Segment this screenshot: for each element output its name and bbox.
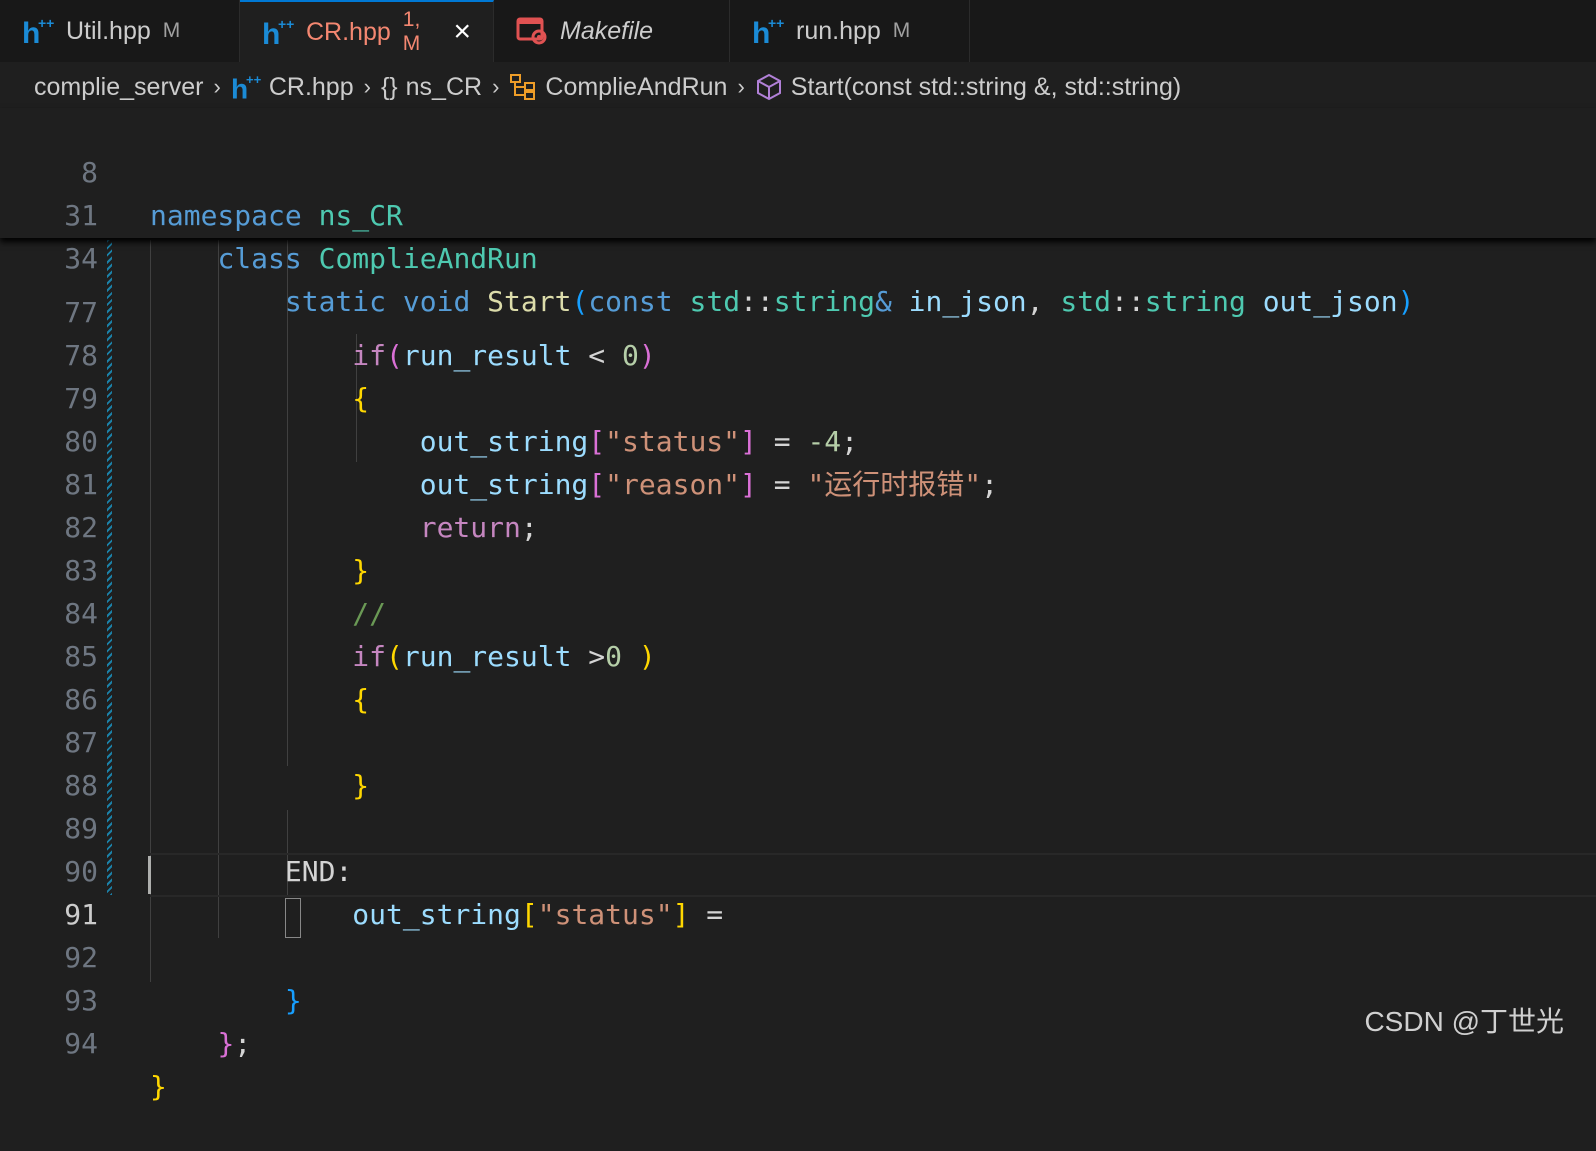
- brace: }: [217, 1027, 235, 1060]
- svg-text:++: ++: [278, 16, 294, 32]
- cpp-header-icon: h ++: [262, 16, 294, 51]
- code-line[interactable]: 84 if(run_result >0 ): [0, 549, 1596, 673]
- sticky-scroll-header: 8 namespace ns_CR 31 class ComplieAndRun…: [0, 108, 1596, 318]
- tab-label: run.hpp: [796, 16, 881, 45]
- tab-label: Util.hpp: [66, 16, 151, 45]
- svg-text:++: ++: [38, 15, 54, 31]
- breadcrumb: complie_server › h ++ CR.hpp › {} ns_CR ›…: [0, 62, 1596, 112]
- semicolon: ;: [234, 1027, 252, 1060]
- code-line[interactable]: 89 END:: [0, 764, 1596, 888]
- class-icon: [509, 73, 537, 101]
- tab-label: Makefile: [560, 16, 654, 45]
- cpp-header-icon: h ++: [22, 15, 54, 50]
- line-number: 94: [64, 1027, 98, 1060]
- operator: &: [874, 285, 892, 318]
- svg-text:++: ++: [768, 15, 784, 31]
- breadcrumb-namespace[interactable]: ns_CR: [406, 73, 482, 102]
- code-line[interactable]: 92 }: [0, 893, 1596, 1017]
- type-name: string: [773, 285, 875, 318]
- sticky-line[interactable]: 31 class ComplieAndRun: [0, 151, 1596, 275]
- chevron-right-icon: ›: [492, 74, 500, 99]
- chevron-right-icon: ›: [737, 74, 745, 99]
- paren: ): [1397, 285, 1415, 318]
- function-name: Start: [487, 285, 572, 318]
- code-line[interactable]: 79 out_string["status"] = -4;: [0, 334, 1596, 458]
- breadcrumb-folder[interactable]: complie_server: [34, 73, 204, 102]
- svg-text:++: ++: [246, 72, 261, 87]
- makefile-gear-icon: [516, 15, 548, 47]
- tab-util-hpp[interactable]: h ++ Util.hpp M: [0, 0, 240, 62]
- chevron-right-icon: ›: [363, 74, 371, 99]
- keyword: static: [284, 285, 387, 318]
- code-line[interactable]: 82 }: [0, 463, 1596, 587]
- namespace-name: std: [1060, 285, 1111, 318]
- code-line[interactable]: 83 //: [0, 506, 1596, 630]
- tab-modified-badge: M: [892, 19, 911, 42]
- keyword: void: [402, 285, 471, 318]
- namespace-icon: {}: [380, 72, 398, 101]
- tab-run-hpp[interactable]: h ++ run.hpp M: [730, 0, 970, 62]
- tab-label: CR.hpp: [306, 17, 391, 46]
- keyword: const: [588, 285, 673, 318]
- chevron-right-icon: ›: [213, 74, 221, 99]
- code-line[interactable]: 94 }: [0, 979, 1596, 1103]
- scope-op: ::: [740, 285, 774, 318]
- code-line[interactable]: 81 return;: [0, 420, 1596, 544]
- breadcrumb-class[interactable]: ComplieAndRun: [545, 73, 727, 102]
- scope-op: ::: [1110, 285, 1145, 318]
- cpp-header-icon: h ++: [231, 72, 261, 102]
- code-line[interactable]: 87 }: [0, 678, 1596, 802]
- text-cursor: [148, 856, 151, 894]
- tab-makefile[interactable]: Makefile: [494, 0, 730, 62]
- comma: ,: [1026, 285, 1044, 318]
- class-name: ComplieAndRun: [318, 242, 538, 275]
- method-cube-icon: [755, 73, 783, 101]
- code-line[interactable]: 85 {: [0, 592, 1596, 716]
- code-line[interactable]: 90 out_string["status"] =: [0, 807, 1596, 931]
- close-icon[interactable]: ×: [453, 17, 471, 47]
- tab-cr-hpp[interactable]: h ++ CR.hpp 1, M ×: [240, 0, 494, 62]
- param-name: in_json: [908, 285, 1027, 318]
- code-line[interactable]: 93 };: [0, 936, 1596, 1060]
- breadcrumb-method[interactable]: Start(const std::string &, std::string): [791, 73, 1181, 102]
- tab-problems-modified-badge: 1, M: [402, 8, 421, 55]
- line-number: 34: [64, 242, 98, 275]
- paren: (: [571, 285, 589, 318]
- cpp-header-icon: h ++: [752, 15, 784, 50]
- editor-tab-bar: h ++ Util.hpp M h ++ CR.hpp 1, M × Makefil…: [0, 0, 1596, 63]
- brace: }: [150, 1070, 167, 1103]
- sticky-line[interactable]: 8 namespace ns_CR: [0, 108, 1596, 232]
- namespace-name: std: [689, 285, 741, 318]
- code-line[interactable]: 88: [0, 721, 1596, 802]
- watermark: CSDN @丁世光: [1364, 1006, 1564, 1037]
- code-line-current[interactable]: 91: [0, 850, 1596, 931]
- breadcrumb-file[interactable]: CR.hpp: [269, 73, 354, 102]
- sticky-line[interactable]: 34 static void Start(const std::string& …: [0, 194, 1596, 318]
- code-line[interactable]: 80 out_string["reason"] = "运行时报错";: [0, 377, 1596, 501]
- keyword: class: [217, 242, 302, 275]
- param-name: out_json: [1262, 285, 1398, 318]
- code-line[interactable]: 86: [0, 635, 1596, 716]
- type-name: string: [1144, 285, 1246, 318]
- tab-modified-badge: M: [162, 19, 181, 42]
